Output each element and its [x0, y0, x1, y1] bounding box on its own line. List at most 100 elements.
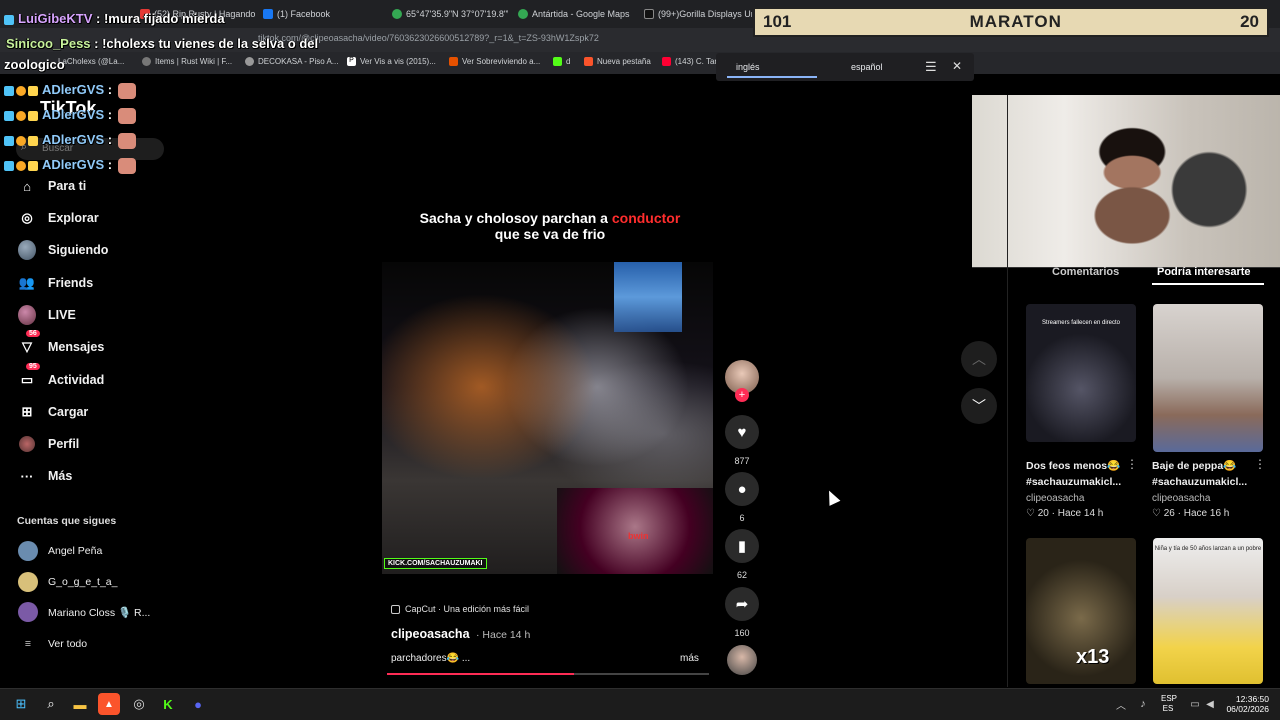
next-video-button[interactable]: ﹀ — [961, 388, 997, 424]
capcut-link[interactable]: CapCut · Una edición más fácil — [391, 602, 529, 616]
windows-start-icon[interactable]: ⊞ — [10, 693, 32, 715]
follow-plus-icon[interactable]: + — [735, 388, 749, 402]
video-street-sign — [614, 262, 682, 332]
emote-icon — [118, 107, 137, 124]
tab-indicator — [1152, 283, 1264, 285]
nav-explorar[interactable]: ◎ Explorar — [18, 206, 98, 230]
bookmark-item[interactable]: Ver Sobreviviendo a... — [449, 57, 540, 66]
brave-browser-icon[interactable]: ▲ — [98, 693, 120, 715]
p-icon: P — [347, 57, 356, 66]
nav-perfil[interactable]: Perfil — [18, 432, 79, 456]
bookmark-item[interactable]: DECOKASA - Piso A... — [245, 57, 338, 66]
kebab-menu-icon[interactable]: ⋮ — [1254, 457, 1266, 471]
suggested-video-thumb[interactable]: x13 — [1026, 538, 1136, 684]
suggested-video-title[interactable]: Dos feos menos😂 #sachauzumakicl... — [1026, 458, 1121, 490]
browser-tab[interactable]: Antártida - Google Maps — [518, 5, 636, 23]
file-explorer-icon[interactable]: ▬ — [69, 693, 91, 715]
browser-tab[interactable]: (1) Facebook — [263, 5, 383, 23]
comment-icon: ● — [725, 472, 759, 506]
like-button[interactable]: ♥ 877 — [725, 415, 759, 466]
bookmark-item[interactable]: (143) C. Tar — [662, 57, 717, 66]
obs-icon[interactable]: ◎ — [128, 693, 150, 715]
share-button[interactable]: ➦ 160 — [725, 587, 759, 638]
comment-button[interactable]: ● 6 — [725, 472, 759, 523]
save-button[interactable]: ▮ 62 — [725, 529, 759, 580]
chat-message: ADlerGVS : — [4, 132, 137, 149]
nav-siguiendo[interactable]: Siguiendo — [18, 238, 108, 262]
nav-mas[interactable]: ··· Más — [18, 464, 73, 488]
system-clock[interactable]: 12:36:50 06/02/2026 — [1225, 694, 1269, 714]
search-icon[interactable]: ⌕ — [40, 693, 62, 715]
suggested-video-thumb[interactable]: Streamers fallecen en directo — [1026, 304, 1136, 442]
banner-title: MARATON — [969, 12, 1062, 31]
friends-icon: 👥 — [18, 275, 36, 290]
browser-tab[interactable]: (99+)Gorilla Displays Unic... — [644, 5, 752, 23]
suggested-video-thumb[interactable] — [1153, 304, 1263, 452]
youtube-icon — [662, 57, 671, 66]
more-button[interactable]: más — [680, 653, 699, 664]
following-account[interactable]: Mariano Closs 🎙️ R... — [18, 601, 150, 623]
capcut-icon — [391, 604, 400, 614]
avatar — [18, 541, 38, 561]
mouse-cursor — [823, 488, 841, 506]
chat-message: ADlerGVS : — [4, 107, 137, 124]
prev-video-button[interactable]: ︿ — [961, 341, 997, 377]
following-account[interactable]: Angel Peña — [18, 540, 102, 562]
menu-icon[interactable]: ☰ — [925, 59, 937, 75]
suggested-video-author[interactable]: clipeoasacha — [1152, 493, 1210, 504]
share-icon: ➦ — [725, 587, 759, 621]
nav-para-ti[interactable]: ⌂ Para ti — [18, 174, 86, 198]
bookmark-item[interactable]: P Ver Vis a vis (2015)... — [347, 57, 436, 66]
heart-icon: ♥ — [725, 415, 759, 449]
more-icon: ··· — [20, 468, 34, 484]
see-all-link[interactable]: ≡ Ver todo — [18, 633, 87, 655]
profile-avatar — [19, 436, 35, 452]
sound-avatar[interactable] — [727, 645, 757, 675]
video-description: parchadores😂 ... — [391, 653, 471, 664]
suggested-video-meta: ♡ 26 · Hace 16 h — [1152, 508, 1230, 519]
marathon-banner: 101 MARATON 20 — [753, 7, 1269, 37]
video-progress-fill — [387, 673, 574, 675]
nav-live[interactable]: LIVE — [18, 303, 76, 327]
upload-icon: ⊞ — [21, 404, 33, 419]
bookmark-item[interactable]: d — [553, 57, 570, 66]
tab-suggestions[interactable]: Podría interesarte — [1157, 266, 1251, 278]
tiktok-favicon-icon — [644, 9, 654, 19]
brave-icon — [584, 57, 593, 66]
chat-message: zoologico — [4, 57, 65, 72]
video-time: · Hace 14 h — [476, 629, 531, 641]
suggested-video-author[interactable]: clipeoasacha — [1026, 493, 1084, 504]
video-author[interactable]: clipeoasacha — [391, 627, 470, 641]
nav-actividad[interactable]: ▭ 95 Actividad — [18, 363, 104, 392]
facebook-icon — [263, 9, 273, 19]
browser-tab[interactable]: 65°47'35.9"N 37°07'19.8"W — [392, 5, 508, 23]
discord-icon[interactable]: ● — [187, 693, 209, 715]
kick-app-icon[interactable]: K — [157, 693, 179, 715]
translate-source-tab[interactable]: inglés — [736, 62, 760, 72]
chevron-up-icon: ︿ — [972, 351, 986, 367]
video-caption: Sacha y cholosoy parchan a conductor que… — [419, 210, 681, 242]
translate-target-tab[interactable]: español — [851, 62, 883, 72]
suggested-video-title[interactable]: Baje de peppa😂 #sachauzumakicl... — [1152, 458, 1247, 490]
bookmark-item[interactable]: Items | Rust Wiki | F... — [142, 57, 232, 66]
kebab-menu-icon[interactable]: ⋮ — [1126, 457, 1138, 471]
nav-cargar[interactable]: ⊞ Cargar — [18, 400, 89, 424]
chat-message: ADlerGVS : — [4, 82, 137, 99]
site-icon — [449, 57, 458, 66]
following-account[interactable]: G_o_g_e_t_a_ — [18, 571, 117, 593]
close-icon[interactable]: ✕ — [952, 59, 962, 73]
language-indicator[interactable]: ESP ES — [1161, 694, 1177, 714]
nav-friends[interactable]: 👥 Friends — [18, 271, 93, 295]
bookmark-item[interactable]: Nueva pestaña — [584, 57, 651, 66]
bookmark-item[interactable]: LaCholexs (@La... — [58, 57, 124, 66]
suggested-video-thumb[interactable]: Niña y tía de 50 años lanzan a un pobre — [1153, 538, 1263, 684]
tab-comments[interactable]: Comentarios — [1052, 266, 1119, 278]
volume-icon[interactable]: ◀ — [1199, 693, 1221, 715]
globe-icon — [142, 57, 151, 66]
microphone-icon[interactable]: ♪ — [1132, 693, 1154, 715]
pip-shirt-text: bwin — [628, 531, 649, 541]
following-section-title: Cuentas que sigues — [17, 515, 117, 527]
tray-chevron-icon[interactable]: ︿ — [1110, 693, 1132, 715]
messages-badge: 56 — [26, 330, 40, 337]
nav-mensajes[interactable]: ▽ 56 Mensajes — [18, 330, 104, 359]
